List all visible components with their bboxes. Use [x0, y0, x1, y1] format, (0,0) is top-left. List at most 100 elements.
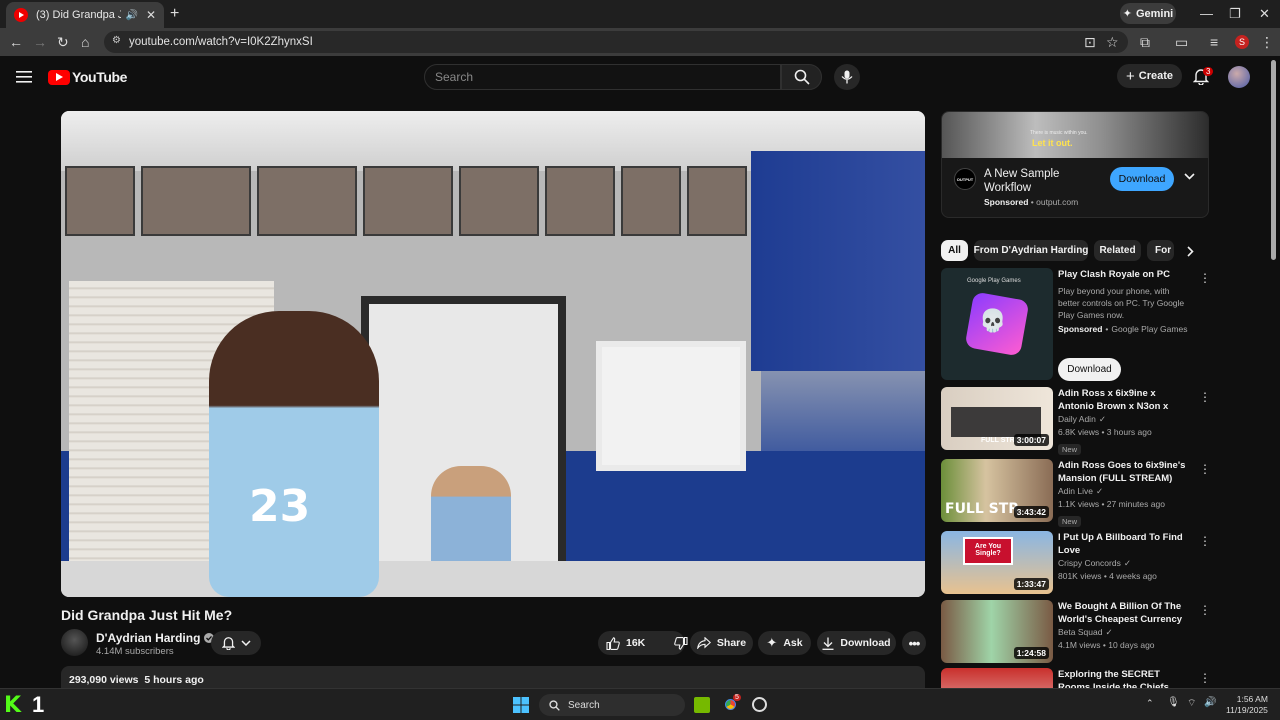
- rec-title[interactable]: Play Clash Royale on PC: [1058, 268, 1193, 281]
- rec-item[interactable]: FULL STR 3:43:42 Adin Ross Goes to 6ix9i…: [941, 459, 1211, 527]
- browser-tab[interactable]: (3) Did Grandpa Just Hit Me? 🔊 ✕: [6, 2, 164, 28]
- kick-logo-icon[interactable]: K: [4, 693, 21, 718]
- dislike-button[interactable]: [674, 636, 688, 650]
- ask-button[interactable]: ✦ Ask: [758, 631, 811, 655]
- chip-from-channel[interactable]: From D'Aydrian Harding: [974, 240, 1088, 261]
- forward-icon[interactable]: →: [33, 34, 47, 50]
- download-button[interactable]: Download: [817, 631, 896, 655]
- rec-title[interactable]: We Bought A Billion Of The World's Cheap…: [1058, 600, 1193, 626]
- rec-more-icon[interactable]: ⋮: [1199, 271, 1211, 285]
- video-player[interactable]: 23: [61, 111, 925, 597]
- channel-avatar[interactable]: [61, 629, 88, 656]
- cast-icon[interactable]: ▭: [1175, 34, 1188, 51]
- rec-title[interactable]: Exploring the SECRET Rooms Inside the Ch…: [1058, 668, 1193, 688]
- share-button[interactable]: Share: [690, 631, 753, 655]
- video-frame-window: [596, 341, 746, 471]
- chip-all[interactable]: All: [941, 240, 968, 261]
- page-scrollbar[interactable]: [1271, 60, 1276, 260]
- taskbar-search[interactable]: Search: [539, 694, 685, 716]
- like-button[interactable]: 16K: [606, 636, 645, 650]
- sparkle-icon: ✦: [766, 635, 778, 650]
- obs-app-icon[interactable]: [752, 697, 767, 712]
- gemini-button[interactable]: ✦ Gemini: [1120, 3, 1176, 24]
- more-actions-button[interactable]: •••: [902, 631, 926, 655]
- chip-for-you[interactable]: For y: [1147, 240, 1174, 261]
- rec-more-icon[interactable]: ⋮: [1199, 603, 1211, 617]
- menu-dots-icon[interactable]: ⋮: [1260, 34, 1274, 51]
- rec-download-button[interactable]: Download: [1058, 358, 1121, 381]
- rec-title[interactable]: Adin Ross x 6ix9ine x Antonio Brown x N3…: [1058, 387, 1193, 413]
- install-app-icon[interactable]: ⊡: [1084, 34, 1096, 51]
- browser-tab-bar: (3) Did Grandpa Just Hit Me? 🔊 ✕ + ✦ Gem…: [0, 0, 1280, 28]
- rec-thumbnail[interactable]: Google Play Games 💀: [941, 268, 1053, 380]
- create-button[interactable]: + Create: [1117, 64, 1182, 88]
- reload-icon[interactable]: ↻: [57, 34, 69, 51]
- youtube-favicon-icon: [14, 8, 28, 22]
- ad-download-button[interactable]: Download: [1110, 167, 1174, 191]
- rec-thumbnail[interactable]: Are You Single? 1:33:47: [941, 531, 1053, 594]
- search-button[interactable]: [781, 64, 822, 90]
- rec-more-icon[interactable]: ⋮: [1199, 462, 1211, 476]
- rec-more-icon[interactable]: ⋮: [1199, 534, 1211, 548]
- download-label: Download: [840, 637, 891, 649]
- rec-more-icon[interactable]: ⋮: [1199, 390, 1211, 404]
- nvidia-app-icon[interactable]: [694, 697, 710, 713]
- speaker-icon[interactable]: 🔊: [125, 10, 137, 21]
- taskbar-clock[interactable]: 1:56 AM 11/19/2025: [1226, 694, 1268, 716]
- rec-thumbnail[interactable]: FULL STREAM 3:00:07: [941, 387, 1053, 450]
- rec-title[interactable]: I Put Up A Billboard To Find Love: [1058, 531, 1193, 557]
- rec-sponsored-item[interactable]: Google Play Games 💀 Play Clash Royale on…: [941, 268, 1211, 383]
- restore-icon[interactable]: ❐: [1229, 6, 1241, 22]
- back-icon[interactable]: ←: [9, 34, 23, 50]
- windows-start-icon[interactable]: [513, 697, 529, 713]
- bookmark-star-icon[interactable]: ☆: [1106, 34, 1119, 51]
- voice-search-button[interactable]: [834, 64, 860, 90]
- url-bar[interactable]: ⚙ youtube.com/watch?v=I0K2ZhynxSI: [104, 31, 1128, 53]
- tray-microphone-icon[interactable]: 🎙: [1167, 697, 1180, 708]
- minimize-icon[interactable]: —: [1200, 6, 1213, 21]
- video-frame-bluewall: [751, 151, 925, 371]
- rec-item[interactable]: FULL STREAM 3:00:07 Adin Ross x 6ix9ine …: [941, 387, 1211, 455]
- rec-channel[interactable]: Beta Squad ✓: [1058, 626, 1193, 639]
- rec-item[interactable]: Exploring the SECRET Rooms Inside the Ch…: [941, 668, 1211, 688]
- chip-related[interactable]: Related: [1094, 240, 1141, 261]
- rec-more-icon[interactable]: ⋮: [1199, 671, 1211, 685]
- extensions-icon[interactable]: ⧉: [1140, 34, 1150, 51]
- search-placeholder: Search: [435, 70, 474, 84]
- account-avatar[interactable]: [1228, 66, 1250, 88]
- site-info-icon[interactable]: ⚙: [112, 35, 121, 46]
- rec-channel[interactable]: Crispy Concords ✓: [1058, 557, 1193, 570]
- new-tab-icon[interactable]: +: [170, 5, 179, 23]
- rec-channel[interactable]: Adin Live ✓: [1058, 485, 1193, 498]
- ad-expand-chevron-icon[interactable]: [1184, 173, 1195, 180]
- rec-thumbnail[interactable]: 1:24:58: [941, 600, 1053, 663]
- youtube-logo[interactable]: YouTube: [48, 69, 127, 85]
- windows-taskbar: K 1 Search 5 ⌃ 🎙 ⌔ 🔊 1:56 AM 11/19/2025: [0, 688, 1280, 720]
- search-input[interactable]: Search: [424, 64, 781, 90]
- ad-advertiser-logo: OUTPUT: [954, 168, 976, 190]
- rec-item[interactable]: 1:24:58 We Bought A Billion Of The World…: [941, 600, 1211, 666]
- close-tab-icon[interactable]: ✕: [146, 8, 156, 22]
- hamburger-menu-icon[interactable]: [16, 70, 32, 84]
- tray-chevron-up-icon[interactable]: ⌃: [1146, 698, 1154, 709]
- sponsored-ad-card[interactable]: There is music within you. Let it out. O…: [941, 111, 1209, 218]
- ad-banner-small-text: There is music within you.: [1030, 130, 1088, 136]
- search-icon: [794, 69, 810, 85]
- close-window-icon[interactable]: ✕: [1259, 6, 1270, 22]
- rec-channel[interactable]: Daily Adin ✓: [1058, 413, 1193, 426]
- tray-wifi-icon[interactable]: ⌔: [1187, 697, 1196, 710]
- subscription-bell-button[interactable]: [211, 631, 261, 655]
- rec-title[interactable]: Adin Ross Goes to 6ix9ine's Mansion (FUL…: [1058, 459, 1193, 485]
- rec-thumbnail[interactable]: FULL STR 3:43:42: [941, 459, 1053, 522]
- ad-domain: output.com: [1036, 197, 1079, 207]
- rec-item[interactable]: Are You Single? 1:33:47 I Put Up A Billb…: [941, 531, 1211, 597]
- profile-avatar[interactable]: S: [1235, 35, 1249, 49]
- chips-next-chevron-icon[interactable]: [1187, 246, 1194, 257]
- home-icon[interactable]: ⌂: [81, 34, 89, 50]
- channel-name[interactable]: D'Aydrian Harding: [96, 631, 215, 645]
- bell-icon: [221, 637, 235, 650]
- rec-duration: 1:33:47: [1013, 578, 1049, 590]
- tray-volume-icon[interactable]: 🔊: [1204, 697, 1216, 708]
- rec-thumbnail[interactable]: [941, 668, 1053, 688]
- media-control-icon[interactable]: ≡: [1210, 34, 1218, 50]
